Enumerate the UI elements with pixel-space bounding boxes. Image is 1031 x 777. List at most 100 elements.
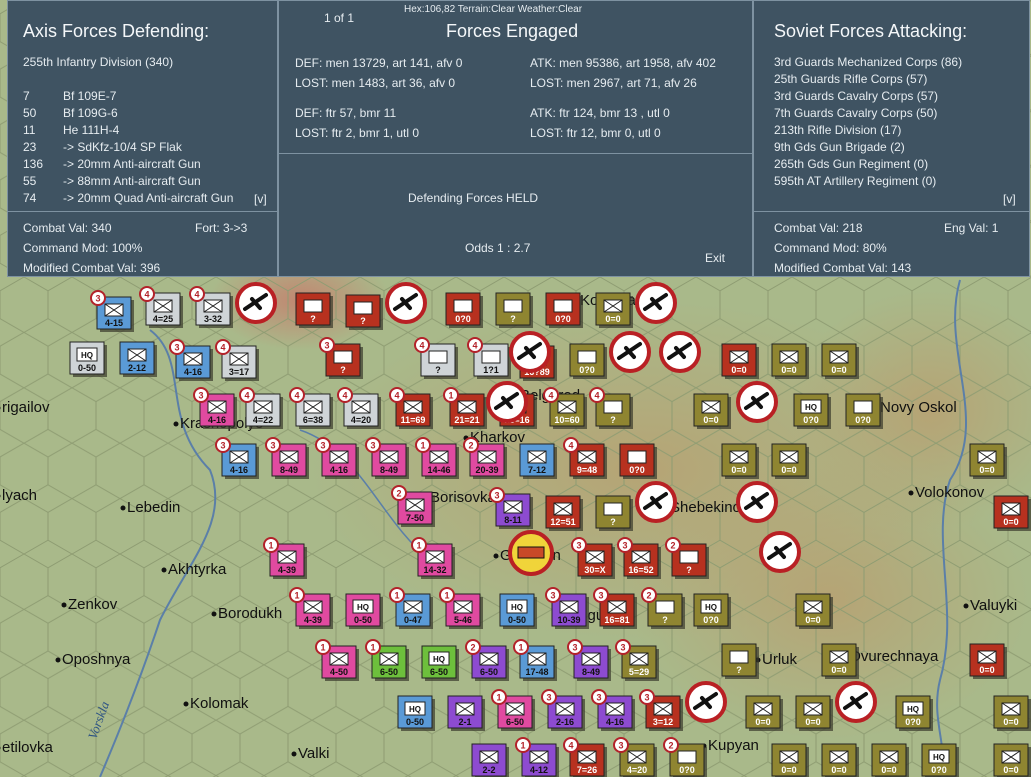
unit-counter[interactable]: 0=0	[745, 695, 783, 731]
unit-counter[interactable]: ?4	[414, 337, 458, 379]
unit-counter[interactable]: 0=0	[821, 643, 859, 679]
unit-counter[interactable]: 30=X 3	[571, 537, 615, 579]
unit-counter[interactable]: 4=25 4	[139, 286, 183, 328]
soviet-unit-row[interactable]: 7th Guards Cavalry Corps (50)	[774, 106, 937, 120]
air-unit-icon[interactable]	[659, 331, 701, 373]
unit-counter[interactable]: 4-12 1	[515, 737, 559, 777]
unit-counter[interactable]: ?2	[641, 587, 685, 629]
unit-counter[interactable]: 2-16 3	[541, 689, 585, 731]
unit-counter[interactable]: 4-16 3	[315, 437, 359, 479]
unit-counter[interactable]: 4-50 1	[315, 639, 359, 681]
unit-counter[interactable]: 9=48 4	[563, 437, 607, 479]
air-unit-icon[interactable]	[759, 531, 801, 573]
soviet-unit-row[interactable]: 3rd Guards Mechanized Corps (86)	[774, 55, 962, 69]
unit-counter[interactable]: 0?0 HQ	[793, 393, 831, 429]
air-unit-icon[interactable]	[385, 282, 427, 324]
unit-counter[interactable]: 3-32 4	[189, 286, 233, 328]
soviet-unit-row[interactable]: 9th Gds Gun Brigade (2)	[774, 140, 905, 154]
unit-counter[interactable]: 3=17 4	[215, 339, 259, 381]
unit-counter[interactable]: 4=20 3	[613, 737, 657, 777]
unit-counter[interactable]: 0-47 1	[389, 587, 433, 629]
unit-counter[interactable]: 4=22 4	[239, 387, 283, 429]
soviet-scroll-more[interactable]: [v]	[1003, 192, 1016, 206]
unit-counter[interactable]: 8-49 3	[265, 437, 309, 479]
unit-counter[interactable]: ?	[495, 292, 533, 328]
unit-counter[interactable]: 10-39 3	[545, 587, 589, 629]
unit-counter[interactable]: 0-50 HQ	[69, 341, 107, 377]
unit-counter[interactable]: 0?0 HQ	[921, 743, 959, 777]
unit-counter[interactable]: 0=0	[821, 343, 859, 379]
unit-counter[interactable]: 0-50 HQ	[397, 695, 435, 731]
unit-counter[interactable]: 0=0	[721, 343, 759, 379]
unit-counter[interactable]: 0-50 HQ	[499, 593, 537, 629]
unit-counter[interactable]: 16=52 3	[617, 537, 661, 579]
unit-counter[interactable]: 0=0	[993, 695, 1031, 731]
air-unit-icon[interactable]	[509, 331, 551, 373]
unit-counter[interactable]: 1?1 4	[467, 337, 511, 379]
unit-counter[interactable]: 14-46 1	[415, 437, 459, 479]
unit-counter[interactable]: 0=0	[721, 443, 759, 479]
unit-counter[interactable]: 4-16 3	[591, 689, 635, 731]
air-unit-icon[interactable]	[835, 681, 877, 723]
soviet-unit-row[interactable]: 595th AT Artillery Regiment (0)	[774, 174, 936, 188]
unit-counter[interactable]: 14-32 1	[411, 537, 455, 579]
air-unit-icon[interactable]	[609, 331, 651, 373]
unit-counter[interactable]: 7-50 2	[391, 485, 435, 527]
unit-counter[interactable]: 0-50 HQ	[345, 593, 383, 629]
battle-location-icon[interactable]	[508, 530, 554, 576]
unit-counter[interactable]: 6-50 1	[491, 689, 535, 731]
unit-counter[interactable]: 7-12	[519, 443, 557, 479]
unit-counter[interactable]: 11=69 4	[389, 387, 433, 429]
unit-counter[interactable]: 20-39 2	[463, 437, 507, 479]
unit-counter[interactable]: 8-49 3	[567, 639, 611, 681]
unit-counter[interactable]: 0?0	[619, 443, 657, 479]
unit-counter[interactable]: 0=0	[771, 443, 809, 479]
unit-counter[interactable]: 12=51	[545, 495, 583, 531]
unit-counter[interactable]: 21=21 1	[443, 387, 487, 429]
unit-counter[interactable]: ?	[595, 495, 633, 531]
air-unit-icon[interactable]	[736, 481, 778, 523]
unit-counter[interactable]: 4=20 4	[337, 387, 381, 429]
unit-counter[interactable]: 0=0	[993, 743, 1031, 777]
unit-counter[interactable]: 0=0	[771, 343, 809, 379]
air-unit-icon[interactable]	[235, 282, 277, 324]
unit-counter[interactable]: 16=81 3	[593, 587, 637, 629]
unit-counter[interactable]: ?3	[319, 337, 363, 379]
unit-counter[interactable]: ?	[721, 643, 759, 679]
unit-counter[interactable]: 0?0	[845, 393, 883, 429]
soviet-unit-row[interactable]: 265th Gds Gun Regiment (0)	[774, 157, 928, 171]
soviet-unit-row[interactable]: 3rd Guards Cavalry Corps (57)	[774, 89, 938, 103]
unit-counter[interactable]: 0=0	[871, 743, 909, 777]
unit-counter[interactable]: 5-46 1	[439, 587, 483, 629]
unit-counter[interactable]: 5=29 3	[615, 639, 659, 681]
unit-counter[interactable]: ?4	[589, 387, 633, 429]
unit-counter[interactable]: 4-39 1	[289, 587, 333, 629]
unit-counter[interactable]: 0=0	[795, 695, 833, 731]
unit-counter[interactable]: 0?0	[545, 292, 583, 328]
unit-counter[interactable]: 4-16 3	[169, 339, 213, 381]
unit-counter[interactable]: 0=0	[969, 643, 1007, 679]
unit-counter[interactable]: 6-50 HQ	[421, 645, 459, 681]
air-unit-icon[interactable]	[635, 282, 677, 324]
unit-counter[interactable]: 4-15 3	[90, 290, 134, 332]
unit-counter[interactable]: 0=0	[693, 393, 731, 429]
unit-counter[interactable]: 4-39 1	[263, 537, 307, 579]
unit-counter[interactable]: 0?0 HQ	[693, 593, 731, 629]
air-unit-icon[interactable]	[635, 481, 677, 523]
unit-counter[interactable]: 0=0	[993, 495, 1031, 531]
unit-counter[interactable]: 2-12	[119, 341, 157, 377]
unit-counter[interactable]: ?	[345, 294, 383, 330]
unit-counter[interactable]: 8-11 3	[489, 487, 533, 529]
unit-counter[interactable]: 0?0 2	[663, 737, 707, 777]
unit-counter[interactable]: 0=0	[821, 743, 859, 777]
unit-counter[interactable]: 7=26 4	[563, 737, 607, 777]
unit-counter[interactable]: 0=0	[771, 743, 809, 777]
soviet-unit-row[interactable]: 213th Rifle Division (17)	[774, 123, 901, 137]
unit-counter[interactable]: ?2	[665, 537, 709, 579]
air-unit-icon[interactable]	[685, 681, 727, 723]
unit-counter[interactable]: 10=60 4	[543, 387, 587, 429]
unit-counter[interactable]: 0=0	[795, 593, 833, 629]
unit-counter[interactable]: 0?0	[569, 343, 607, 379]
unit-counter[interactable]: 4-16 3	[193, 387, 237, 429]
air-unit-icon[interactable]	[736, 381, 778, 423]
